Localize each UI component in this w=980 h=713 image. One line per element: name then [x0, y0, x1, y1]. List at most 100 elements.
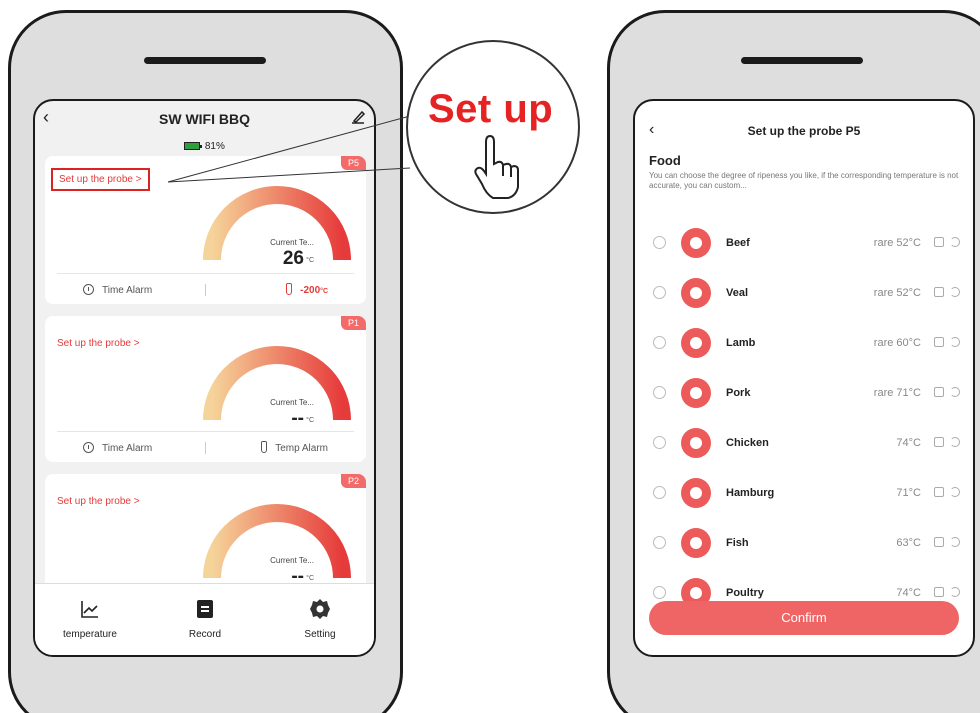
- food-temp: rare 52°C: [873, 287, 921, 299]
- record-icon: [197, 600, 213, 618]
- food-temp: 71°C: [896, 487, 921, 499]
- food-name: Beef: [726, 237, 750, 249]
- gauge-label: Current Te...: [270, 398, 314, 407]
- radio-button[interactable]: [653, 236, 666, 249]
- pointing-hand-icon: [474, 134, 519, 199]
- alarm-separator: [205, 284, 206, 296]
- app-title: SW WIFI BBQ: [159, 111, 250, 127]
- reset-icon[interactable]: [950, 287, 960, 297]
- edit-icon[interactable]: [934, 487, 944, 497]
- page-title: Set up the probe P5: [747, 124, 861, 138]
- probe-card-p5: P5 Set up the probe > Current Te... 26 °…: [45, 156, 366, 304]
- food-name: Lamb: [726, 337, 756, 349]
- probe-tag: P5: [340, 156, 366, 170]
- food-temp: rare 60°C: [873, 337, 921, 349]
- pork-icon: [681, 378, 711, 408]
- food-temp: 63°C: [896, 537, 921, 549]
- food-row-hamburg[interactable]: Hamburg 71°C: [635, 475, 973, 511]
- setup-probe-link[interactable]: Set up the probe >: [51, 168, 150, 191]
- gauge-label: Current Te...: [270, 556, 314, 565]
- time-alarm-label: Time Alarm: [102, 285, 153, 296]
- gear-icon: [310, 599, 330, 619]
- reset-icon[interactable]: [950, 537, 960, 547]
- radio-button[interactable]: [653, 436, 666, 449]
- divider: [57, 273, 354, 274]
- nav-temperature[interactable]: temperature: [45, 598, 135, 640]
- reset-icon[interactable]: [950, 237, 960, 247]
- thermometer-icon: [286, 283, 293, 295]
- food-row-veal[interactable]: Veal rare 52°C: [635, 275, 973, 311]
- food-name: Hamburg: [726, 487, 775, 499]
- time-alarm-button[interactable]: Time Alarm: [83, 284, 152, 296]
- chart-icon: [81, 601, 98, 618]
- food-name: Chicken: [726, 437, 769, 449]
- left-phone: ‹ SW WIFI BBQ 81% P5 Set up the probe > …: [8, 10, 403, 713]
- food-row-beef[interactable]: Beef rare 52°C: [635, 225, 973, 261]
- reset-icon[interactable]: [950, 487, 960, 497]
- current-temp: --: [291, 408, 304, 429]
- food-name: Veal: [726, 287, 749, 299]
- temperature-gauge: [203, 504, 351, 579]
- chicken-icon: [681, 428, 711, 458]
- setup-probe-link[interactable]: Set up the probe >: [57, 496, 140, 507]
- magnifier-callout: Set up: [406, 40, 580, 214]
- edit-icon[interactable]: [934, 387, 944, 397]
- reset-icon[interactable]: [950, 337, 960, 347]
- nav-record[interactable]: Record: [160, 598, 250, 640]
- food-temp: 74°C: [896, 587, 921, 599]
- food-row-fish[interactable]: Fish 63°C: [635, 525, 973, 561]
- radio-button[interactable]: [653, 336, 666, 349]
- time-alarm-label: Time Alarm: [102, 443, 153, 454]
- confirm-button[interactable]: Confirm: [649, 601, 959, 635]
- reset-icon[interactable]: [950, 587, 960, 597]
- edit-icon[interactable]: [934, 337, 944, 347]
- temp-unit: °C: [306, 257, 314, 264]
- radio-button[interactable]: [653, 536, 666, 549]
- time-alarm-button[interactable]: Time Alarm: [83, 442, 152, 454]
- food-row-pork[interactable]: Pork rare 71°C: [635, 375, 973, 411]
- temp-unit: °C: [306, 575, 314, 582]
- battery-percent: 81%: [204, 141, 225, 152]
- setup-probe-link[interactable]: Set up the probe >: [57, 338, 140, 349]
- food-name: Fish: [726, 537, 749, 549]
- edit-icon[interactable]: [350, 109, 366, 125]
- edit-icon[interactable]: [934, 287, 944, 297]
- radio-button[interactable]: [653, 586, 666, 599]
- temp-alarm-button[interactable]: Temp Alarm: [261, 441, 328, 454]
- radio-button[interactable]: [653, 286, 666, 299]
- food-name: Poultry: [726, 587, 764, 599]
- nav-temperature-label: temperature: [63, 629, 117, 640]
- divider: [57, 431, 354, 432]
- temp-alarm-button[interactable]: -200°C: [286, 283, 328, 296]
- current-temp: 26: [282, 248, 304, 269]
- thermometer-icon: [261, 441, 268, 453]
- food-row-chicken[interactable]: Chicken 74°C: [635, 425, 973, 461]
- food-name: Pork: [726, 387, 751, 399]
- edit-icon[interactable]: [934, 587, 944, 597]
- reset-icon[interactable]: [950, 387, 960, 397]
- nav-setting[interactable]: Setting: [275, 598, 365, 640]
- section-description: You can choose the degree of ripeness yo…: [649, 171, 959, 190]
- radio-button[interactable]: [653, 486, 666, 499]
- right-phone: ‹ Set up the probe P5 Food You can choos…: [607, 10, 980, 713]
- food-row-lamb[interactable]: Lamb rare 60°C: [635, 325, 973, 361]
- clock-icon: [83, 442, 94, 453]
- gauge-label: Current Te...: [270, 238, 314, 247]
- edit-icon[interactable]: [934, 437, 944, 447]
- clock-icon: [83, 284, 94, 295]
- edit-icon[interactable]: [934, 537, 944, 547]
- reset-icon[interactable]: [950, 437, 960, 447]
- temp-alarm-value: -200: [300, 285, 321, 296]
- radio-button[interactable]: [653, 386, 666, 399]
- left-screen: ‹ SW WIFI BBQ 81% P5 Set up the probe > …: [33, 99, 376, 657]
- probe-tag: P2: [340, 474, 366, 488]
- lamb-icon: [681, 328, 711, 358]
- top-bar: ‹ SW WIFI BBQ: [35, 101, 374, 137]
- beef-icon: [681, 228, 711, 258]
- callout-text: Set up: [428, 87, 554, 131]
- edit-icon[interactable]: [934, 237, 944, 247]
- right-screen: ‹ Set up the probe P5 Food You can choos…: [633, 99, 975, 657]
- fish-icon: [681, 528, 711, 558]
- speaker: [144, 57, 266, 64]
- bottom-navigation: temperature Record Setting: [35, 583, 374, 655]
